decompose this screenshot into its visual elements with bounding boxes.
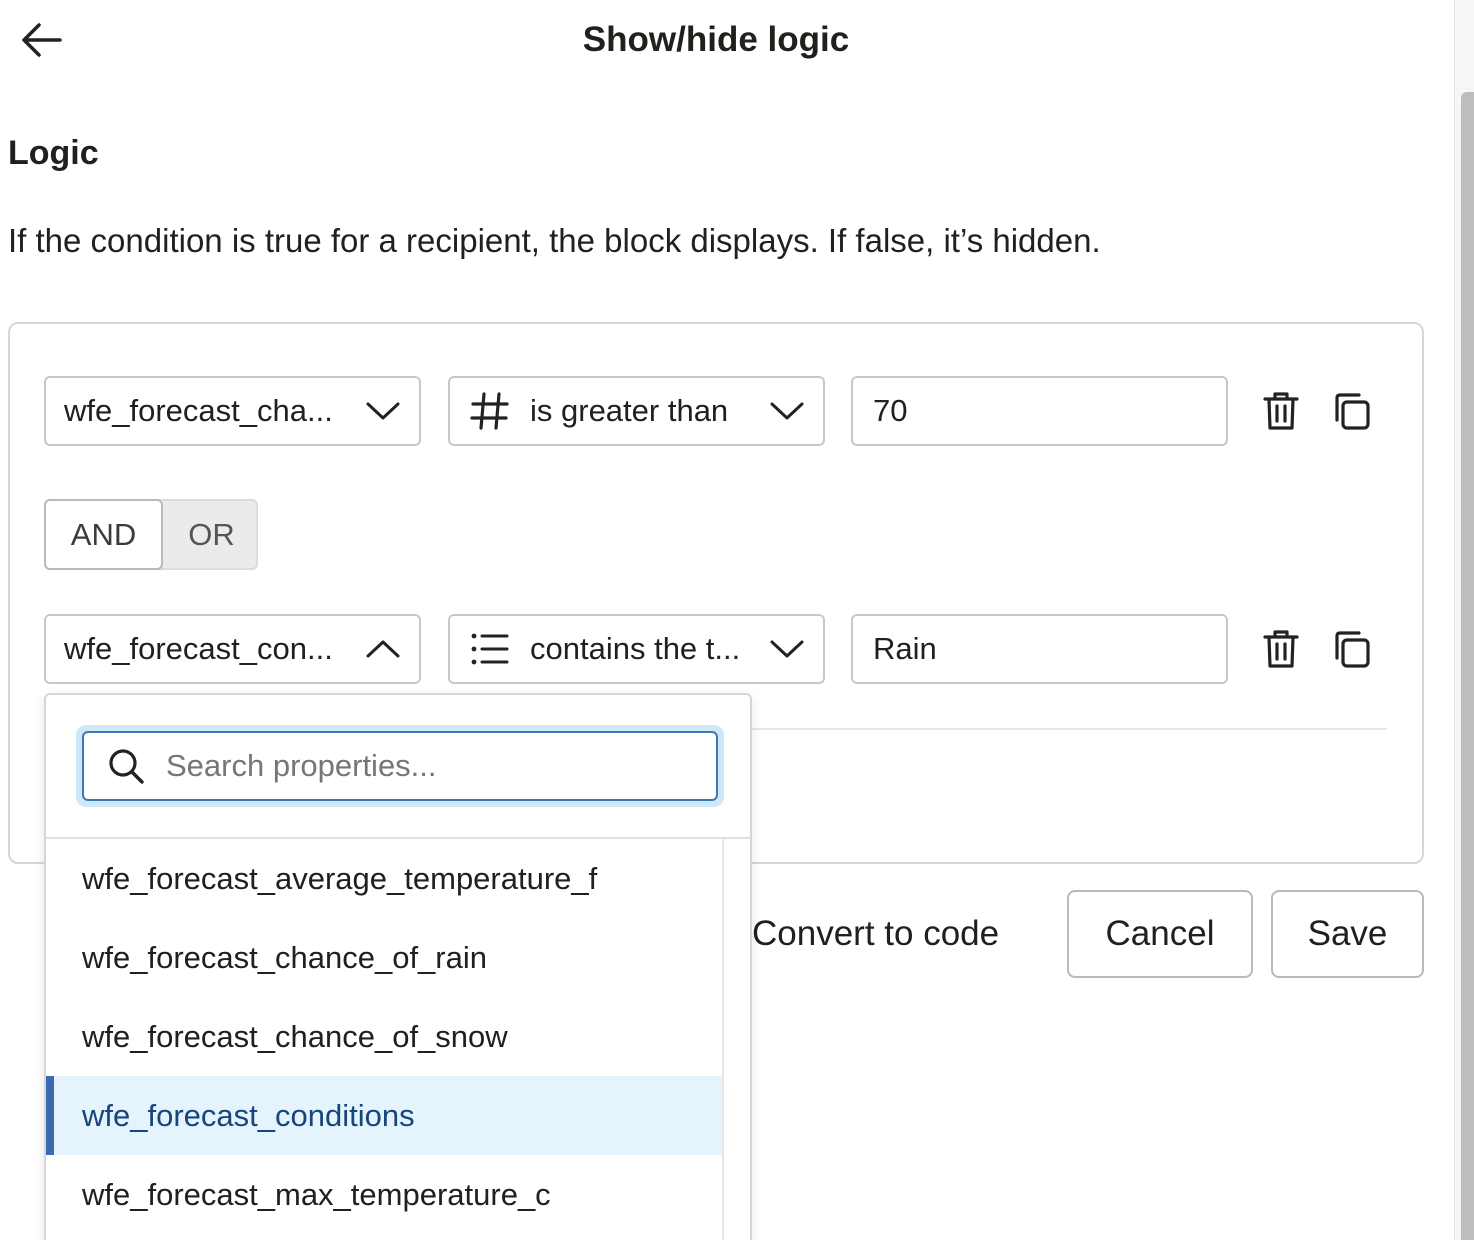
value-input-1[interactable]: 70 bbox=[851, 376, 1228, 446]
operator-select-value: contains the t... bbox=[530, 631, 741, 666]
cancel-button[interactable]: Cancel bbox=[1067, 890, 1253, 978]
property-option-selected[interactable]: wfe_forecast_conditions bbox=[46, 1076, 722, 1155]
operator-select-value: is greater than bbox=[530, 393, 729, 428]
operator-select-2[interactable]: contains the t... bbox=[448, 614, 825, 684]
operator-select-1[interactable]: is greater than bbox=[448, 376, 825, 446]
property-select-2[interactable]: wfe_forecast_con... bbox=[44, 614, 421, 684]
search-input[interactable] bbox=[166, 748, 686, 784]
logic-description: If the condition is true for a recipient… bbox=[8, 222, 1101, 259]
page-scrollbar-thumb[interactable] bbox=[1461, 92, 1474, 1240]
chevron-down-icon bbox=[769, 637, 805, 661]
save-button[interactable]: Save bbox=[1271, 890, 1424, 978]
and-toggle-button[interactable]: AND bbox=[44, 499, 163, 570]
property-select-1[interactable]: wfe_forecast_cha... bbox=[44, 376, 421, 446]
convert-to-code-link[interactable]: Convert to code bbox=[752, 914, 999, 954]
trash-icon[interactable] bbox=[1256, 386, 1306, 436]
property-dropdown: wfe_forecast_average_temperature_f wfe_f… bbox=[44, 693, 752, 1240]
search-field[interactable] bbox=[82, 731, 718, 801]
panel-divider bbox=[750, 728, 1387, 730]
search-icon bbox=[106, 746, 146, 786]
property-option[interactable]: wfe_forecast_chance_of_rain bbox=[46, 918, 722, 997]
property-option[interactable]: wfe_forecast_average_temperature_f bbox=[46, 839, 722, 918]
property-select-value: wfe_forecast_con... bbox=[64, 631, 333, 666]
or-toggle-button[interactable]: OR bbox=[163, 499, 260, 570]
trash-icon[interactable] bbox=[1256, 624, 1306, 674]
section-title: Logic bbox=[8, 134, 99, 172]
list-icon bbox=[468, 627, 512, 671]
page-title: Show/hide logic bbox=[582, 20, 850, 59]
dropdown-scrollbar[interactable] bbox=[722, 839, 750, 1240]
duplicate-icon[interactable] bbox=[1327, 624, 1377, 674]
hash-icon bbox=[468, 389, 512, 433]
property-option[interactable]: wfe_forecast_chance_of_snow bbox=[46, 997, 722, 1076]
connector-toggle: AND OR bbox=[44, 499, 258, 570]
property-list: wfe_forecast_average_temperature_f wfe_f… bbox=[46, 839, 722, 1234]
chevron-up-icon bbox=[365, 637, 401, 661]
header: Show/hide logic bbox=[0, 0, 1432, 84]
search-focus-ring bbox=[76, 725, 724, 807]
chevron-down-icon bbox=[365, 399, 401, 423]
duplicate-icon[interactable] bbox=[1327, 386, 1377, 436]
chevron-down-icon bbox=[769, 399, 805, 423]
property-option[interactable]: wfe_forecast_max_temperature_c bbox=[46, 1155, 722, 1234]
property-select-value: wfe_forecast_cha... bbox=[64, 393, 333, 428]
value-input-2[interactable]: Rain bbox=[851, 614, 1228, 684]
